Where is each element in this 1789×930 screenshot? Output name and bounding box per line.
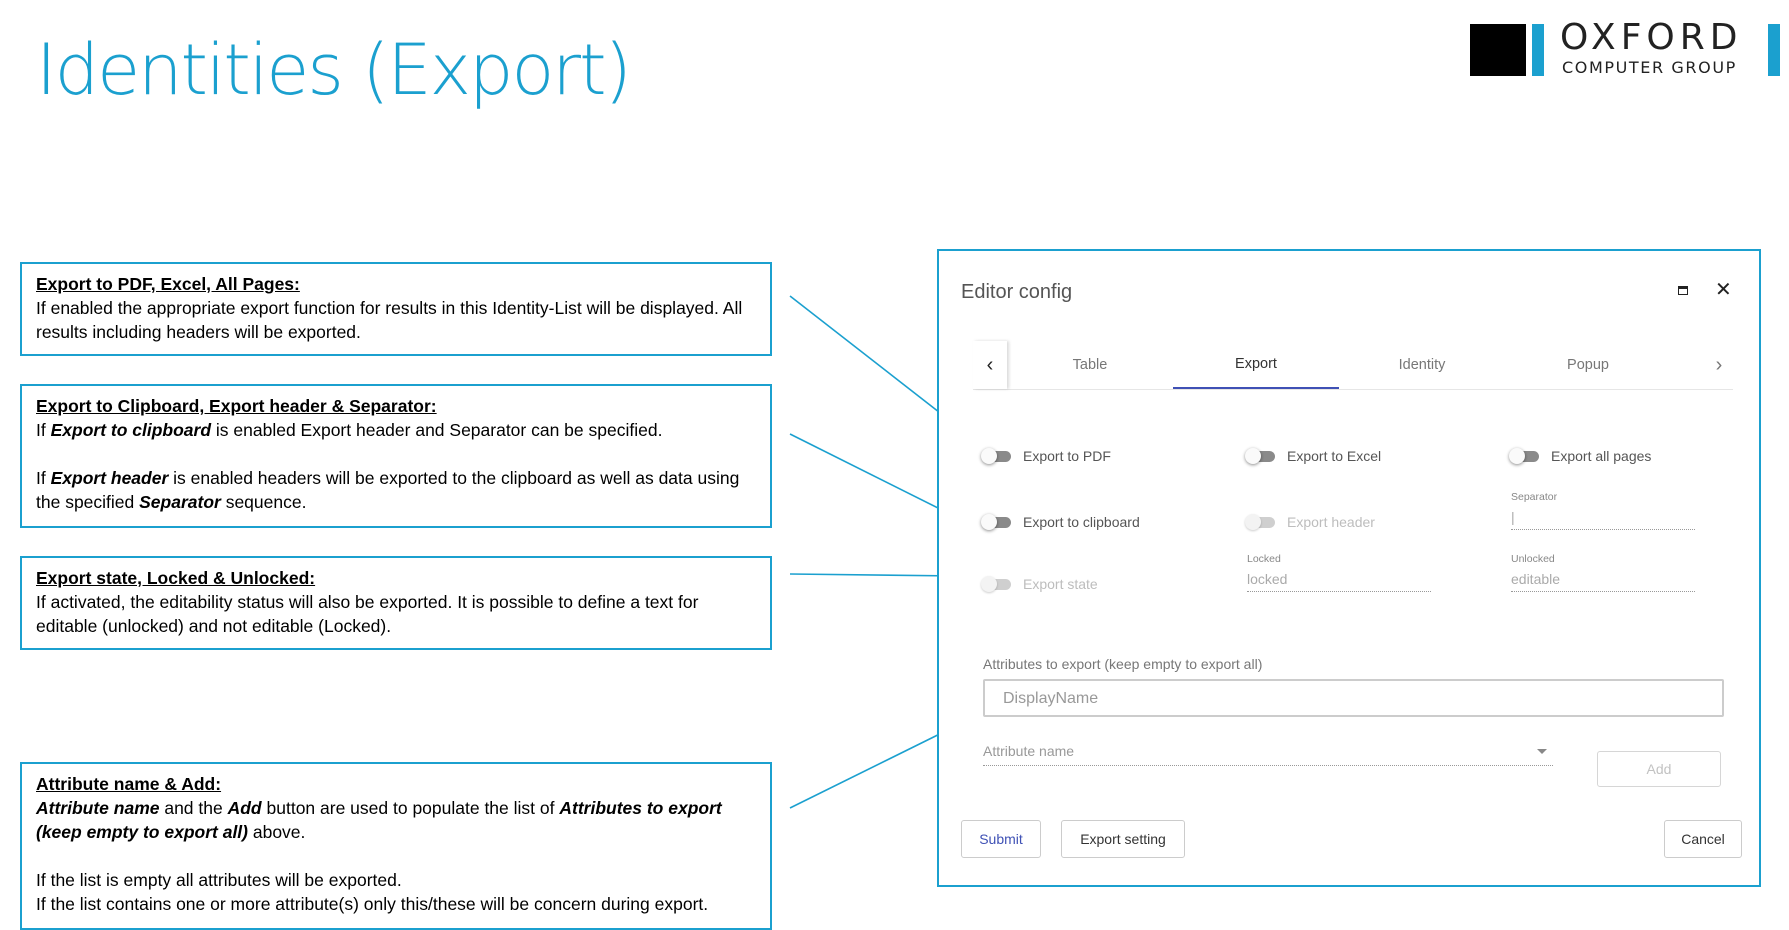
callout-text: If activated, the editability status wil… — [36, 592, 699, 636]
chevron-right-icon[interactable]: › — [1705, 341, 1733, 389]
logo-sub-text: COMPUTER GROUP — [1562, 58, 1737, 77]
toggle-switch-icon[interactable] — [1245, 513, 1275, 530]
export-clipboard-toggle[interactable]: Export to clipboard — [981, 512, 1140, 532]
toggle-label: Export header — [1287, 514, 1375, 530]
slide-title: Identities (Export) — [36, 29, 632, 111]
field-label: Separator — [1511, 491, 1558, 503]
callout-text: If Export header is enabled headers will… — [36, 468, 740, 512]
toggle-switch-icon[interactable] — [1509, 447, 1539, 464]
oxford-logo: OXFORD COMPUTER GROUP — [1470, 18, 1780, 78]
attributes-list[interactable]: DisplayName — [983, 679, 1724, 717]
tab-bar: ‹ Table Export Identity Popup › — [973, 341, 1733, 390]
separator-field[interactable]: Separator | — [1511, 491, 1695, 530]
callout-attribute-name-add: Attribute name & Add: Attribute name and… — [20, 762, 772, 930]
field-label: Unlocked — [1511, 553, 1555, 565]
maximize-icon[interactable] — [1678, 286, 1688, 295]
close-icon[interactable]: ✕ — [1715, 277, 1732, 302]
toggle-switch-icon[interactable] — [981, 447, 1011, 464]
toggle-switch-icon[interactable] — [981, 575, 1011, 592]
editor-config-dialog: Editor config ✕ ‹ Table Export Identity … — [937, 249, 1761, 887]
export-state-toggle[interactable]: Export state — [981, 574, 1098, 594]
select-placeholder: Attribute name — [983, 743, 1075, 759]
unlocked-input[interactable]: editable — [1511, 567, 1695, 592]
toggle-switch-icon[interactable] — [1245, 447, 1275, 464]
logo-main-text: OXFORD — [1560, 17, 1743, 58]
locked-input[interactable]: locked — [1247, 567, 1431, 592]
toggle-label: Export to PDF — [1023, 448, 1111, 464]
toggle-label: Export to clipboard — [1023, 514, 1140, 530]
logo-blue-bar-right — [1768, 24, 1780, 76]
tab-table[interactable]: Table — [1007, 341, 1173, 389]
export-excel-toggle[interactable]: Export to Excel — [1245, 446, 1382, 466]
connector-line-3 — [789, 573, 961, 577]
toggle-label: Export all pages — [1551, 448, 1652, 464]
export-pdf-toggle[interactable]: Export to PDF — [981, 446, 1111, 466]
callout-export-state: Export state, Locked & Unlocked: If acti… — [20, 556, 772, 650]
locked-field[interactable]: Locked locked — [1247, 553, 1431, 592]
cancel-button[interactable]: Cancel — [1664, 820, 1742, 858]
callout-text: If the list is empty all attributes will… — [36, 870, 402, 890]
toggle-label: Export state — [1023, 576, 1098, 592]
toggle-switch-icon[interactable] — [981, 513, 1011, 530]
tab-export[interactable]: Export — [1173, 341, 1339, 389]
chevron-left-icon[interactable]: ‹ — [973, 341, 1007, 389]
callout-export-pdf-excel: Export to PDF, Excel, All Pages: If enab… — [20, 262, 772, 356]
add-button[interactable]: Add — [1597, 751, 1721, 787]
callout-text: Attribute name and the Add button are us… — [36, 798, 722, 842]
logo-blue-bar — [1532, 24, 1544, 76]
attribute-name-select[interactable]: Attribute name — [983, 737, 1553, 766]
tab-identity[interactable]: Identity — [1339, 341, 1505, 389]
attributes-label: Attributes to export (keep empty to expo… — [983, 656, 1263, 672]
dialog-title: Editor config — [961, 281, 1073, 303]
export-header-toggle[interactable]: Export header — [1245, 512, 1375, 532]
callout-title: Attribute name & Add: — [36, 774, 222, 794]
attribute-chip[interactable]: DisplayName — [1003, 690, 1098, 708]
callout-text: If Export to clipboard is enabled Export… — [36, 420, 663, 440]
export-all-pages-toggle[interactable]: Export all pages — [1509, 446, 1652, 466]
callout-text: If the list contains one or more attribu… — [36, 894, 709, 914]
callout-export-clipboard: Export to Clipboard, Export header & Sep… — [20, 384, 772, 528]
unlocked-field[interactable]: Unlocked editable — [1511, 553, 1695, 592]
toggle-label: Export to Excel — [1287, 448, 1382, 464]
chevron-down-icon[interactable] — [1537, 749, 1547, 754]
separator-input[interactable]: | — [1511, 505, 1695, 530]
callout-title: Export to Clipboard, Export header & Sep… — [36, 396, 437, 416]
callout-title: Export to PDF, Excel, All Pages: — [36, 274, 300, 294]
logo-black-square — [1470, 24, 1526, 76]
tab-popup[interactable]: Popup — [1505, 341, 1671, 389]
field-label: Locked — [1247, 553, 1281, 565]
callout-title: Export state, Locked & Unlocked: — [36, 568, 316, 588]
submit-button[interactable]: Submit — [961, 820, 1041, 858]
export-setting-button[interactable]: Export setting — [1061, 820, 1185, 858]
callout-text: If enabled the appropriate export functi… — [36, 298, 743, 342]
